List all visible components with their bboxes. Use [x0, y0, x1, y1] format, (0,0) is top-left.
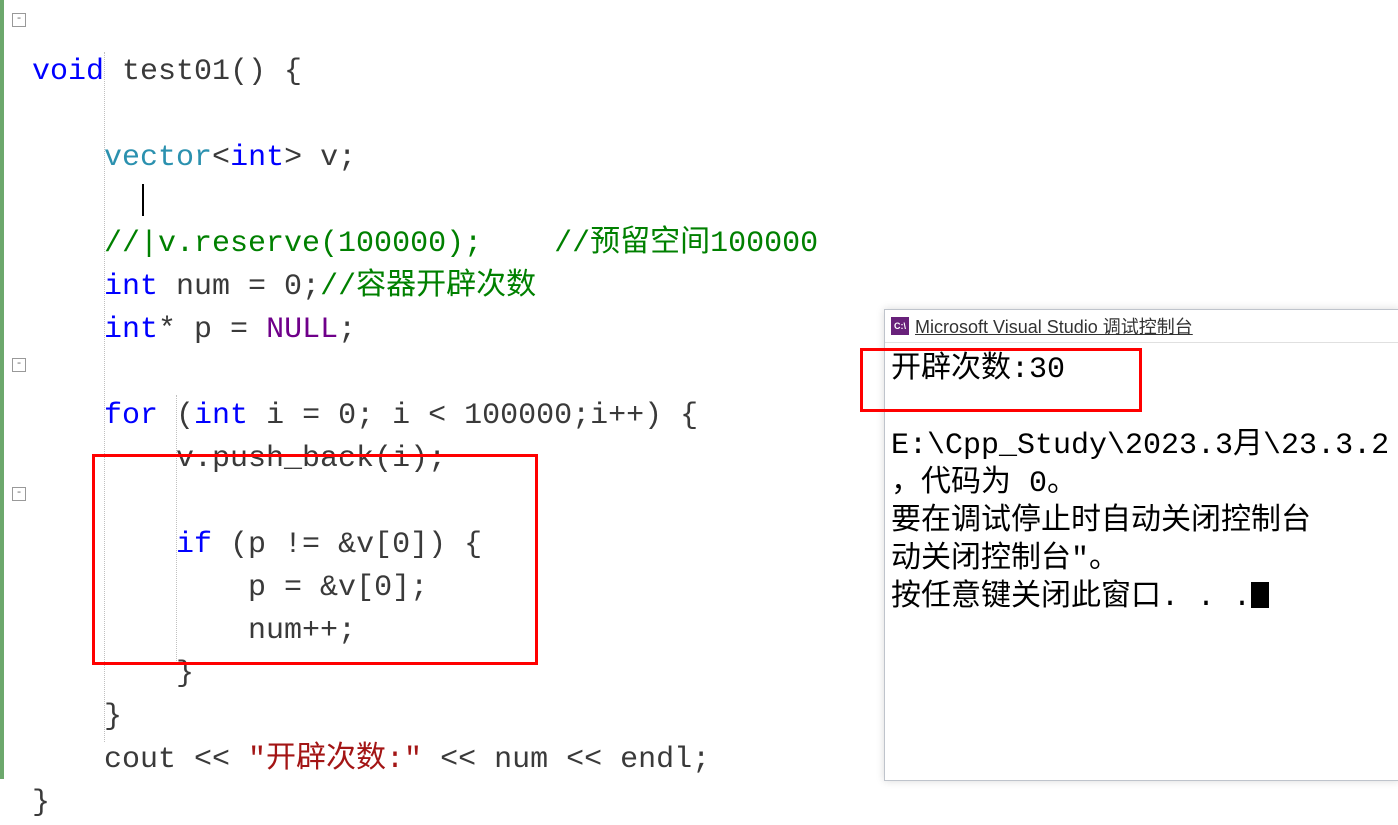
code-text: test01() { — [104, 55, 302, 89]
code-text: < — [212, 141, 230, 175]
keyword: int — [104, 313, 158, 347]
keyword: if — [176, 528, 212, 562]
code-text: cout << — [104, 743, 248, 777]
text-caret — [142, 184, 144, 216]
string-literal: "开辟次数:" — [248, 743, 422, 777]
code-text: * p = — [158, 313, 266, 347]
code-text: i = 0; i < 100000;i++) { — [248, 399, 698, 433]
console-line: 要在调试停止时自动关闭控制台 — [891, 505, 1311, 539]
code-text: } — [32, 786, 50, 820]
console-line: E:\Cpp_Study\2023.3月\23.3.2 — [891, 429, 1389, 463]
fold-toggle-if[interactable]: - — [12, 487, 26, 501]
code-text: p = &v[0]; — [248, 571, 428, 605]
console-line: 动关闭控制台"。 — [891, 543, 1119, 577]
console-titlebar[interactable]: C:\ Microsoft Visual Studio 调试控制台 — [885, 310, 1398, 343]
fold-gutter: - - - — [8, 0, 28, 779]
keyword: void — [32, 55, 104, 89]
console-line: 开辟次数:30 — [891, 353, 1065, 387]
console-output: 开辟次数:30 E:\Cpp_Study\2023.3月\23.3.2 ，代码为… — [885, 343, 1398, 625]
code-content[interactable]: void test01() { vector<int> v; //|v.rese… — [32, 8, 818, 825]
comment: //|v.reserve(100000); //预留空间100000 — [104, 227, 818, 261]
code-text: v.push_back(i); — [176, 442, 446, 476]
console-title: Microsoft Visual Studio 调试控制台 — [915, 313, 1193, 339]
comment: //容器开辟次数 — [320, 270, 536, 304]
code-text: ( — [158, 399, 194, 433]
console-line: ，代码为 0。 — [891, 467, 1077, 501]
code-text: (p != &v[0]) { — [212, 528, 482, 562]
fold-toggle-for[interactable]: - — [12, 358, 26, 372]
vs-icon: C:\ — [891, 317, 909, 335]
console-line: 按任意键关闭此窗口. . . — [891, 581, 1251, 615]
debug-console-window[interactable]: C:\ Microsoft Visual Studio 调试控制台 开辟次数:3… — [884, 309, 1398, 781]
code-text: ; — [338, 313, 356, 347]
code-text: num = 0; — [158, 270, 320, 304]
fold-toggle-function[interactable]: - — [12, 13, 26, 27]
code-text: } — [176, 657, 194, 691]
keyword: int — [194, 399, 248, 433]
code-text: > v; — [284, 141, 356, 175]
keyword: for — [104, 399, 158, 433]
keyword: int — [104, 270, 158, 304]
code-text: << num << endl; — [422, 743, 710, 777]
code-text: } — [104, 700, 122, 734]
console-cursor — [1251, 582, 1269, 608]
code-text: num++; — [248, 614, 356, 648]
keyword: int — [230, 141, 284, 175]
macro: NULL — [266, 313, 338, 347]
type: vector — [104, 141, 212, 175]
